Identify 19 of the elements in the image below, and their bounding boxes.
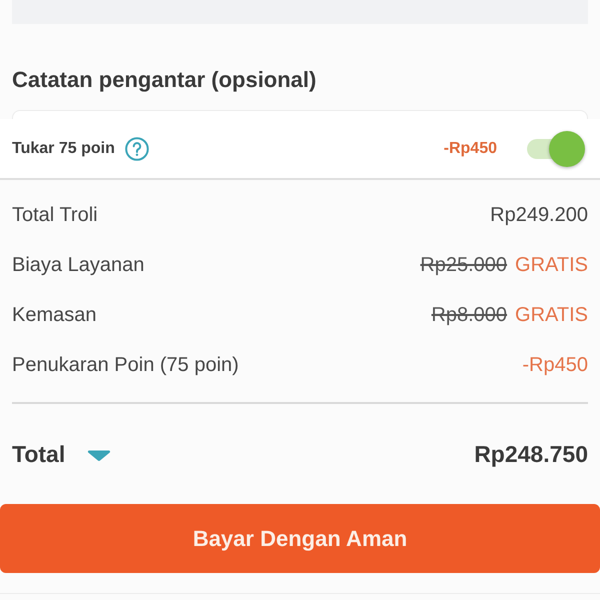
summary-value: GRATIS xyxy=(515,304,588,326)
pay-button[interactable]: Bayar Dengan Aman xyxy=(0,504,600,573)
summary-value: Rp249.200 xyxy=(490,204,588,226)
original-price: Rp8.000 xyxy=(431,304,508,326)
summary-value: GRATIS xyxy=(515,254,588,276)
summary-label: Kemasan xyxy=(12,304,96,326)
summary-label: Penukaran Poin (75 poin) xyxy=(12,354,239,376)
points-discount: -Rp450 xyxy=(444,140,497,158)
summary-label: Biaya Layanan xyxy=(12,254,144,276)
summary-value: -Rp450 xyxy=(522,354,588,376)
caret-icon[interactable] xyxy=(87,449,112,462)
total-label: Total xyxy=(12,440,66,468)
total-value: Rp248.750 xyxy=(474,440,588,468)
summary-label: Total Troli xyxy=(12,204,98,226)
points-label: Tukar 75 poin xyxy=(12,140,115,158)
help-icon[interactable] xyxy=(124,136,149,160)
original-price: Rp25.000 xyxy=(420,254,508,276)
section-title: Catatan pengantar (opsional) xyxy=(12,66,316,94)
points-toggle[interactable] xyxy=(527,130,585,168)
